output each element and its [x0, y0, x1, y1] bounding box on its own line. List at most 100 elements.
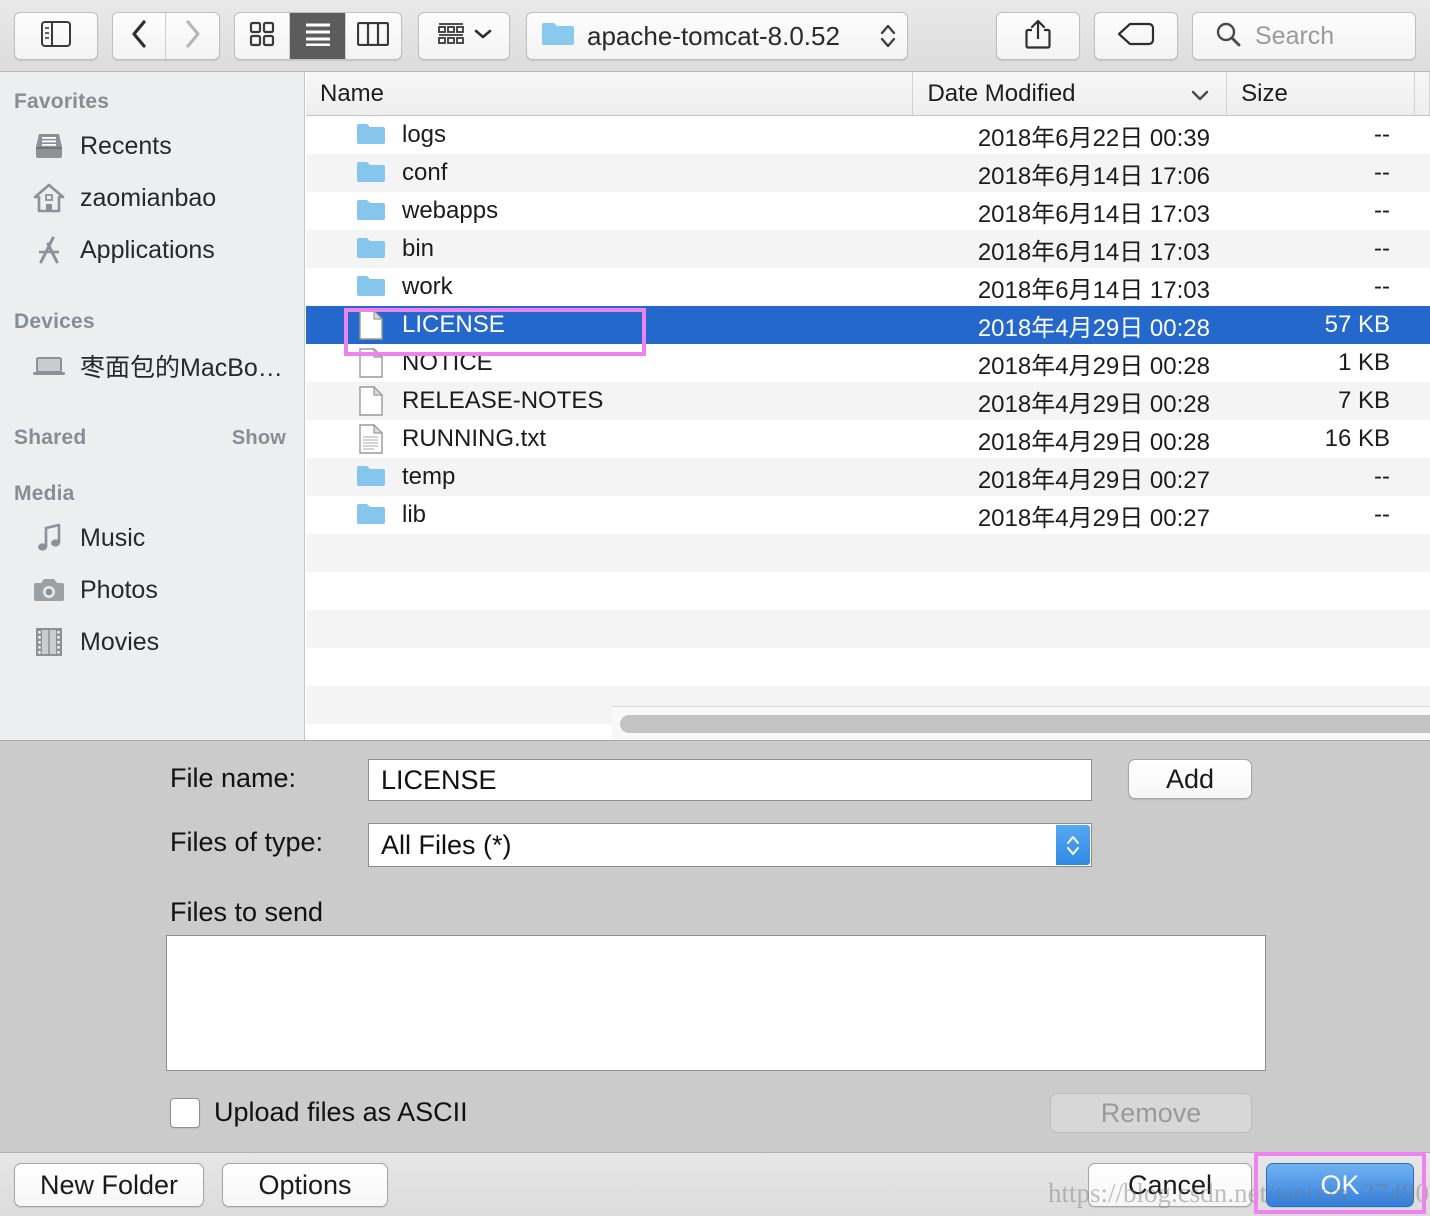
document-icon [354, 348, 388, 378]
grid-view-icon [249, 21, 275, 52]
sidebar-toggle-button[interactable] [14, 12, 98, 60]
file-name-text: temp [402, 463, 456, 490]
file-name-cell: RUNNING.txt [306, 424, 914, 454]
file-name-label: File name: [170, 763, 297, 793]
file-name-cell: bin [306, 234, 914, 264]
options-button[interactable]: Options [222, 1163, 388, 1207]
size-cell: -- [1374, 159, 1390, 186]
icon-view-button[interactable] [235, 13, 291, 59]
horizontal-scrollbar[interactable] [612, 706, 1430, 740]
column-header-size[interactable]: Size [1227, 72, 1415, 115]
document-icon [354, 310, 388, 340]
table-row[interactable]: LICENSE 2018年4月29日 00:28 57 KB [306, 306, 1430, 344]
column-header-label: Name [320, 79, 385, 107]
size-cell: 57 KB [1324, 311, 1390, 338]
file-name-cell: conf [306, 158, 914, 188]
share-icon [1025, 19, 1051, 54]
stepper-icon[interactable] [1056, 825, 1090, 865]
new-folder-label: New Folder [39, 1169, 179, 1200]
size-cell: -- [1374, 197, 1390, 224]
ok-button[interactable]: OK [1266, 1163, 1414, 1207]
text-file-icon [354, 424, 388, 454]
file-name-cell: NOTICE [306, 348, 914, 378]
table-row[interactable]: RUNNING.txt 2018年4月29日 00:28 16 KB [306, 420, 1430, 458]
sidebar-section-title: Media [14, 482, 75, 505]
folder-icon [354, 196, 388, 226]
new-folder-button[interactable]: New Folder [14, 1163, 204, 1207]
column-header-kind[interactable] [1415, 72, 1430, 115]
column-header-name[interactable]: Name [306, 72, 914, 115]
file-name-text: RELEASE-NOTES [402, 387, 604, 414]
chevron-left-icon [130, 19, 148, 54]
sidebar-item-zaomianbao[interactable]: zaomianbao [0, 172, 304, 224]
sidebar-item-applications[interactable]: Applications [0, 224, 304, 276]
table-row[interactable]: work 2018年6月14日 17:03 -- [306, 268, 1430, 306]
music-note-icon [30, 521, 68, 555]
sidebar-section-shared: Shared Show [0, 426, 304, 450]
file-name-input[interactable]: LICENSE [368, 759, 1092, 801]
search-field[interactable]: Search [1192, 12, 1416, 60]
cancel-button[interactable]: Cancel [1088, 1163, 1252, 1207]
list-view-button[interactable] [290, 13, 346, 59]
file-name-text: work [402, 273, 453, 300]
size-cell: 1 KB [1337, 349, 1390, 376]
column-header-label: Size [1241, 79, 1288, 107]
sidebar-item-music[interactable]: Music [0, 512, 304, 564]
table-row[interactable]: lib 2018年4月29日 00:27 -- [306, 496, 1430, 534]
ascii-checkbox-row[interactable]: Upload files as ASCII [170, 1097, 468, 1128]
files-of-type-row: Files of type: [170, 827, 323, 858]
table-row[interactable]: NOTICE 2018年4月29日 00:28 1 KB [306, 344, 1430, 382]
horizontal-scrollbar-thumb[interactable] [620, 715, 1430, 733]
file-name-cell: webapps [306, 196, 914, 226]
file-name-text: LICENSE [402, 311, 505, 338]
tag-button[interactable] [1094, 12, 1178, 60]
size-cell: -- [1374, 273, 1390, 300]
arrange-by-button[interactable] [418, 12, 510, 60]
remove-button[interactable]: Remove [1050, 1093, 1252, 1133]
size-cell: -- [1374, 121, 1390, 148]
sidebar-item-photos[interactable]: Photos [0, 564, 304, 616]
search-placeholder: Search [1255, 21, 1335, 50]
arrange-by-icon [436, 21, 466, 52]
ascii-checkbox[interactable] [170, 1097, 200, 1128]
path-popup-button[interactable]: apache-tomcat-8.0.52 [526, 12, 908, 60]
size-cell: -- [1374, 463, 1390, 490]
tag-icon [1117, 22, 1155, 51]
files-to-send-list[interactable] [166, 935, 1266, 1071]
table-row[interactable]: bin 2018年6月14日 17:03 -- [306, 230, 1430, 268]
table-row[interactable]: temp 2018年4月29日 00:27 -- [306, 458, 1430, 496]
table-row[interactable]: logs 2018年6月22日 00:39 -- [306, 116, 1430, 154]
back-button[interactable] [113, 13, 167, 59]
folder-icon [354, 272, 388, 302]
date-modified-cell: 2018年4月29日 00:27 [977, 466, 1210, 494]
file-rows: logs 2018年6月22日 00:39 -- conf 2018年6月14日 17:… [306, 116, 1430, 724]
sidebar-item-label: zaomianbao [80, 183, 217, 212]
add-button[interactable]: Add [1128, 759, 1252, 799]
share-button[interactable] [996, 12, 1080, 60]
file-name-text: RUNNING.txt [402, 425, 546, 452]
column-view-button[interactable] [346, 13, 401, 59]
table-row[interactable]: conf 2018年6月14日 17:06 -- [306, 154, 1430, 192]
add-button-label: Add [1165, 763, 1215, 794]
dialog-button-bar: New Folder Options Cancel OK [0, 1152, 1430, 1216]
files-to-send-row: Files to send [170, 897, 323, 928]
sidebar-item-recents[interactable]: Recents [0, 120, 304, 172]
folder-icon [541, 20, 575, 53]
film-icon [30, 625, 68, 659]
ok-label: OK [1320, 1169, 1360, 1200]
sidebar-item-label: Music [80, 523, 146, 552]
table-row[interactable]: RELEASE-NOTES 2018年4月29日 00:28 7 KB [306, 382, 1430, 420]
camera-icon [30, 573, 68, 607]
empty-row [306, 534, 1430, 572]
sidebar-item-macbook[interactable]: 枣面包的MacBo… [0, 340, 304, 392]
column-header-date-modified[interactable]: Date Modified [913, 72, 1228, 115]
sidebar-show-link[interactable]: Show [232, 427, 286, 450]
folder-icon [354, 158, 388, 188]
sidebar-item-movies[interactable]: Movies [0, 616, 304, 668]
files-of-type-select[interactable]: All Files (*) [368, 823, 1092, 867]
forward-button[interactable] [166, 13, 219, 59]
file-name-value: LICENSE [381, 764, 497, 795]
date-modified-cell: 2018年4月29日 00:28 [977, 352, 1210, 380]
table-row[interactable]: webapps 2018年6月14日 17:03 -- [306, 192, 1430, 230]
